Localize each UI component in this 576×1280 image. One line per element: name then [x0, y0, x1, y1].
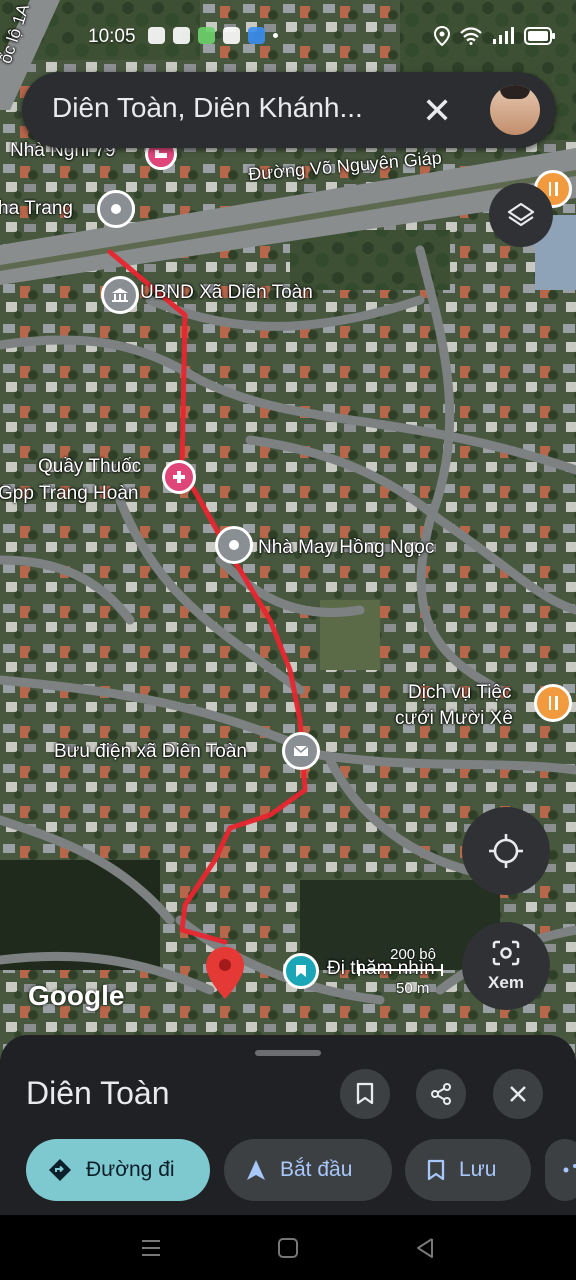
battery-icon: [524, 27, 555, 45]
government-pin-icon[interactable]: [101, 276, 139, 314]
label-tiec-2: cưới Mười Xê: [395, 708, 513, 729]
recents-icon[interactable]: [140, 1237, 162, 1259]
label-tiec-1: Dịch vụ Tiệc: [408, 682, 512, 703]
tailor-pin-icon[interactable]: [215, 526, 253, 564]
back-icon[interactable]: [414, 1237, 436, 1259]
map-scale: 200 bộ 50 m: [356, 946, 443, 997]
facebook-icon: [148, 27, 165, 44]
clear-search-icon[interactable]: ✕: [422, 90, 452, 132]
scale-bar: [358, 964, 443, 976]
place-pin-icon[interactable]: [97, 190, 135, 228]
location-icon: [434, 26, 450, 46]
map-view[interactable]: ốc lộ 1A Nhà Nghỉ 79 ha Trang Đường Võ N…: [0, 0, 576, 1060]
navigation-arrow-icon: [247, 1160, 265, 1180]
zalo-icon: [173, 27, 190, 44]
label-pharmacy-2: Gpp Trang Hoàn: [0, 483, 139, 504]
save-icon-button[interactable]: [340, 1069, 390, 1119]
place-title: Diên Toàn: [26, 1075, 170, 1111]
share-chip[interactable]: [545, 1139, 576, 1201]
start-label: Bắt đầu: [280, 1158, 353, 1181]
app-icon: [198, 27, 215, 44]
shopping-icon: [223, 27, 240, 44]
lens-icon: [492, 940, 520, 966]
notification-icons: [148, 27, 278, 44]
start-button[interactable]: Bắt đầu: [224, 1139, 392, 1201]
post-office-pin-icon[interactable]: [282, 732, 320, 770]
signal-icon: [493, 27, 514, 44]
bookmark-pin-icon[interactable]: [283, 953, 319, 989]
layers-button[interactable]: [489, 183, 553, 247]
my-location-button[interactable]: [462, 807, 550, 895]
restaurant-pin-icon[interactable]: [534, 684, 572, 722]
wifi-icon: [460, 27, 482, 45]
bookmark-icon: [356, 1082, 374, 1105]
close-icon: [510, 1086, 526, 1102]
search-bar[interactable]: Diên Toàn, Diên Khánh... ✕: [22, 72, 556, 148]
label-nha-may: Nhà May Hồng Ngọc: [258, 537, 435, 558]
search-query[interactable]: Diên Toàn, Diên Khánh...: [52, 92, 363, 124]
status-bar: 10:05: [0, 0, 576, 70]
place-sheet[interactable]: Diên Toàn Đường đi Bắt đầu Lưu: [0, 1035, 576, 1215]
crosshair-icon: [489, 834, 523, 868]
directions-icon: [49, 1159, 71, 1181]
google-logo: Google: [28, 980, 125, 1011]
lens-label: Xem: [488, 973, 524, 992]
account-avatar[interactable]: [490, 85, 540, 135]
close-button[interactable]: [493, 1069, 543, 1119]
label-buu-dien: Bưu điện xã Diên Toàn: [54, 741, 247, 762]
lens-button[interactable]: Xem: [462, 922, 550, 1010]
scale-m: 50 m: [396, 980, 430, 997]
system-nav-bar: [0, 1215, 576, 1280]
home-icon[interactable]: [277, 1237, 299, 1259]
bookmark-icon: [427, 1159, 445, 1181]
label-ubnd: UBND Xã Diên Toàn: [140, 282, 313, 303]
pharmacy-pin-icon[interactable]: [162, 460, 196, 494]
destination-pin-icon[interactable]: [203, 945, 247, 1001]
more-dot-icon: [273, 33, 278, 38]
scale-ft: 200 bộ: [390, 946, 436, 963]
directions-label: Đường đi: [86, 1158, 175, 1181]
label-pharmacy-1: Quầy Thuốc: [38, 456, 142, 477]
shield-icon: [248, 27, 265, 44]
label-nha-trang: ha Trang: [0, 198, 73, 219]
save-button[interactable]: Lưu: [405, 1139, 531, 1201]
sheet-drag-handle[interactable]: [255, 1050, 321, 1056]
layers-icon: [507, 202, 535, 227]
status-time: 10:05: [88, 26, 136, 47]
share-icon: [563, 1164, 576, 1173]
share-icon: [431, 1083, 451, 1105]
share-button[interactable]: [416, 1069, 466, 1119]
directions-button[interactable]: Đường đi: [26, 1139, 210, 1201]
save-label: Lưu: [459, 1158, 497, 1181]
